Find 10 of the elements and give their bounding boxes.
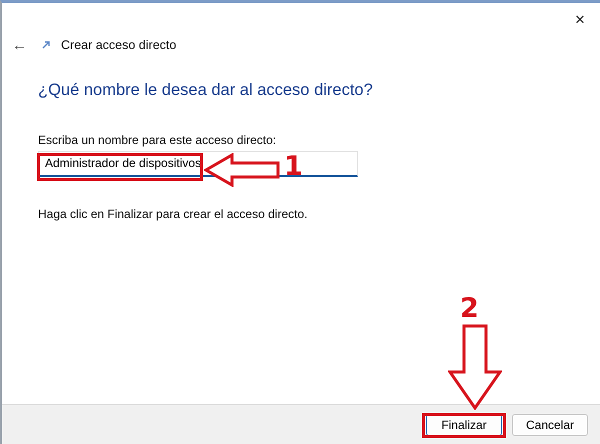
shortcut-icon bbox=[41, 40, 51, 50]
close-button[interactable]: × bbox=[560, 3, 600, 35]
back-button[interactable]: ← bbox=[8, 38, 31, 52]
field-label: Escriba un nombre para este acceso directo: bbox=[38, 132, 278, 149]
window-title: Crear acceso directo bbox=[61, 36, 176, 54]
step-number-overlay: 1 bbox=[284, 153, 303, 180]
hint-text: Haga clic en Finalizar para crear el acceso directo. bbox=[38, 206, 308, 223]
cancel-button[interactable]: Cancelar bbox=[512, 414, 588, 436]
page-heading: ¿Qué nombre le desea dar al acceso directo? bbox=[38, 81, 374, 101]
step-number-overlay: 2 bbox=[460, 295, 479, 322]
